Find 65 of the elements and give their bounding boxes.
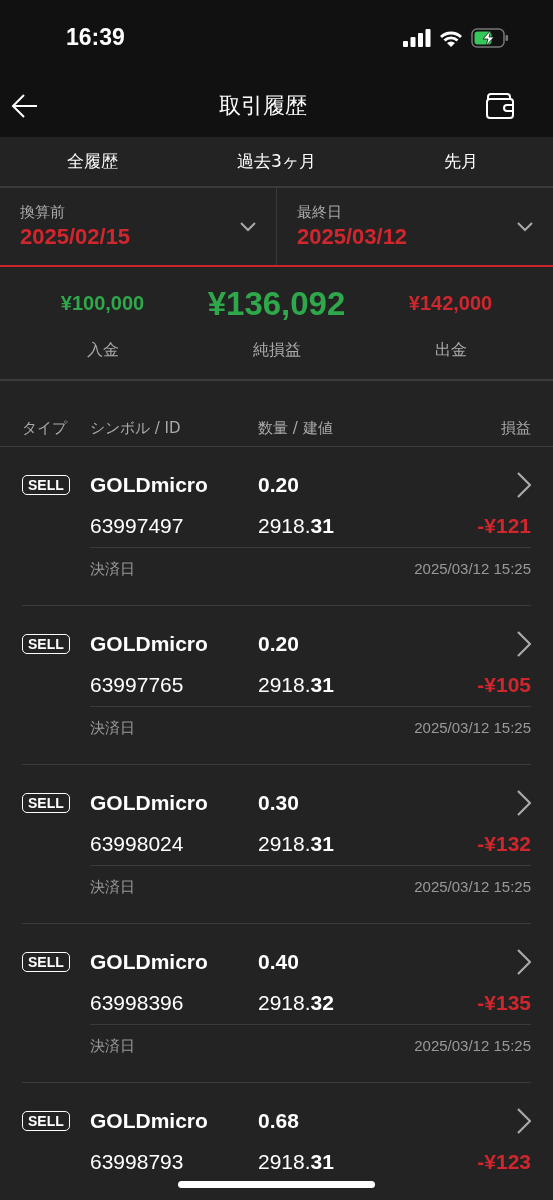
open-price: 2918.31 (258, 673, 335, 697)
period-tab[interactable]: 先月 (368, 137, 553, 186)
page-title: 取引履歴 (218, 92, 307, 120)
chevron-right-icon[interactable] (517, 790, 531, 816)
trade-type-badge: SELL (22, 952, 70, 972)
volume-text: 0.30 (258, 791, 300, 815)
chevron-right-icon[interactable] (517, 1108, 531, 1134)
trade-id: 63998024 (90, 832, 185, 856)
symbol-text: GOLDmicro (90, 791, 209, 815)
volume-text: 0.20 (258, 632, 300, 656)
battery-charging-icon (471, 27, 509, 48)
settle-label: 決済日 (90, 719, 135, 738)
symbol-text: GOLDmicro (90, 632, 209, 656)
trade-id: 63997765 (90, 673, 185, 697)
volume-text: 0.68 (258, 1109, 300, 1133)
volume-text: 0.40 (258, 950, 300, 974)
trade-id: 63997497 (90, 514, 185, 538)
symbol-text: GOLDmicro (90, 950, 209, 974)
column-header: 損益 (501, 419, 531, 438)
signal-icon (403, 28, 431, 47)
chevron-right-icon[interactable] (517, 472, 531, 498)
chevron-down-icon (240, 221, 256, 232)
settle-label: 決済日 (90, 560, 135, 579)
symbol-text: GOLDmicro (90, 473, 209, 497)
settle-label: 決済日 (90, 878, 135, 897)
profit-amount: -¥121 (477, 514, 531, 538)
profit-amount: -¥105 (477, 673, 531, 697)
trade-type-badge: SELL (22, 634, 70, 654)
open-price: 2918.31 (258, 1150, 335, 1174)
open-price: 2918.31 (258, 832, 335, 856)
summary-amount: ¥142,000 (408, 291, 493, 316)
summary-label: 純損益 (252, 339, 301, 361)
settle-time: 2025/03/12 15:25 (414, 1037, 531, 1056)
open-price: 2918.32 (258, 991, 335, 1015)
profit-amount: -¥123 (477, 1150, 531, 1174)
trade-type-badge: SELL (22, 793, 70, 813)
wallet-button[interactable] (485, 93, 515, 119)
summary-label: 出金 (434, 339, 467, 361)
summary-label: 入金 (86, 339, 119, 361)
period-tab[interactable]: 過去3ヶ月 (184, 137, 369, 186)
settle-time: 2025/03/12 15:25 (414, 878, 531, 897)
trade-type-badge: SELL (22, 475, 70, 495)
settle-label: 決済日 (90, 1037, 135, 1056)
chevron-right-icon[interactable] (517, 631, 531, 657)
date-picker[interactable]: 換算前 2025/02/15 (0, 188, 277, 265)
chevron-down-icon (517, 221, 533, 232)
symbol-text: GOLDmicro (90, 1109, 209, 1133)
period-tab[interactable]: 全履歴 (0, 137, 185, 186)
profit-amount: -¥132 (477, 832, 531, 856)
trade-id: 63998396 (90, 991, 185, 1015)
net-profit-amount: ¥136,092 (207, 285, 346, 322)
open-price: 2918.31 (258, 514, 335, 538)
column-header: シンボル / ID (90, 419, 182, 438)
date-picker[interactable]: 最終日 2025/03/12 (277, 188, 553, 265)
profit-amount: -¥135 (477, 991, 531, 1015)
column-header: タイプ (22, 419, 69, 438)
trade-id: 63998793 (90, 1150, 185, 1174)
summary-amount: ¥100,000 (60, 291, 145, 316)
trade-type-badge: SELL (22, 1111, 70, 1131)
chevron-right-icon[interactable] (517, 949, 531, 975)
settle-time: 2025/03/12 15:25 (414, 560, 531, 579)
status-time: 16:39 (66, 24, 125, 51)
volume-text: 0.20 (258, 473, 300, 497)
column-header: 数量 / 建値 (258, 419, 334, 438)
settle-time: 2025/03/12 15:25 (414, 719, 531, 738)
